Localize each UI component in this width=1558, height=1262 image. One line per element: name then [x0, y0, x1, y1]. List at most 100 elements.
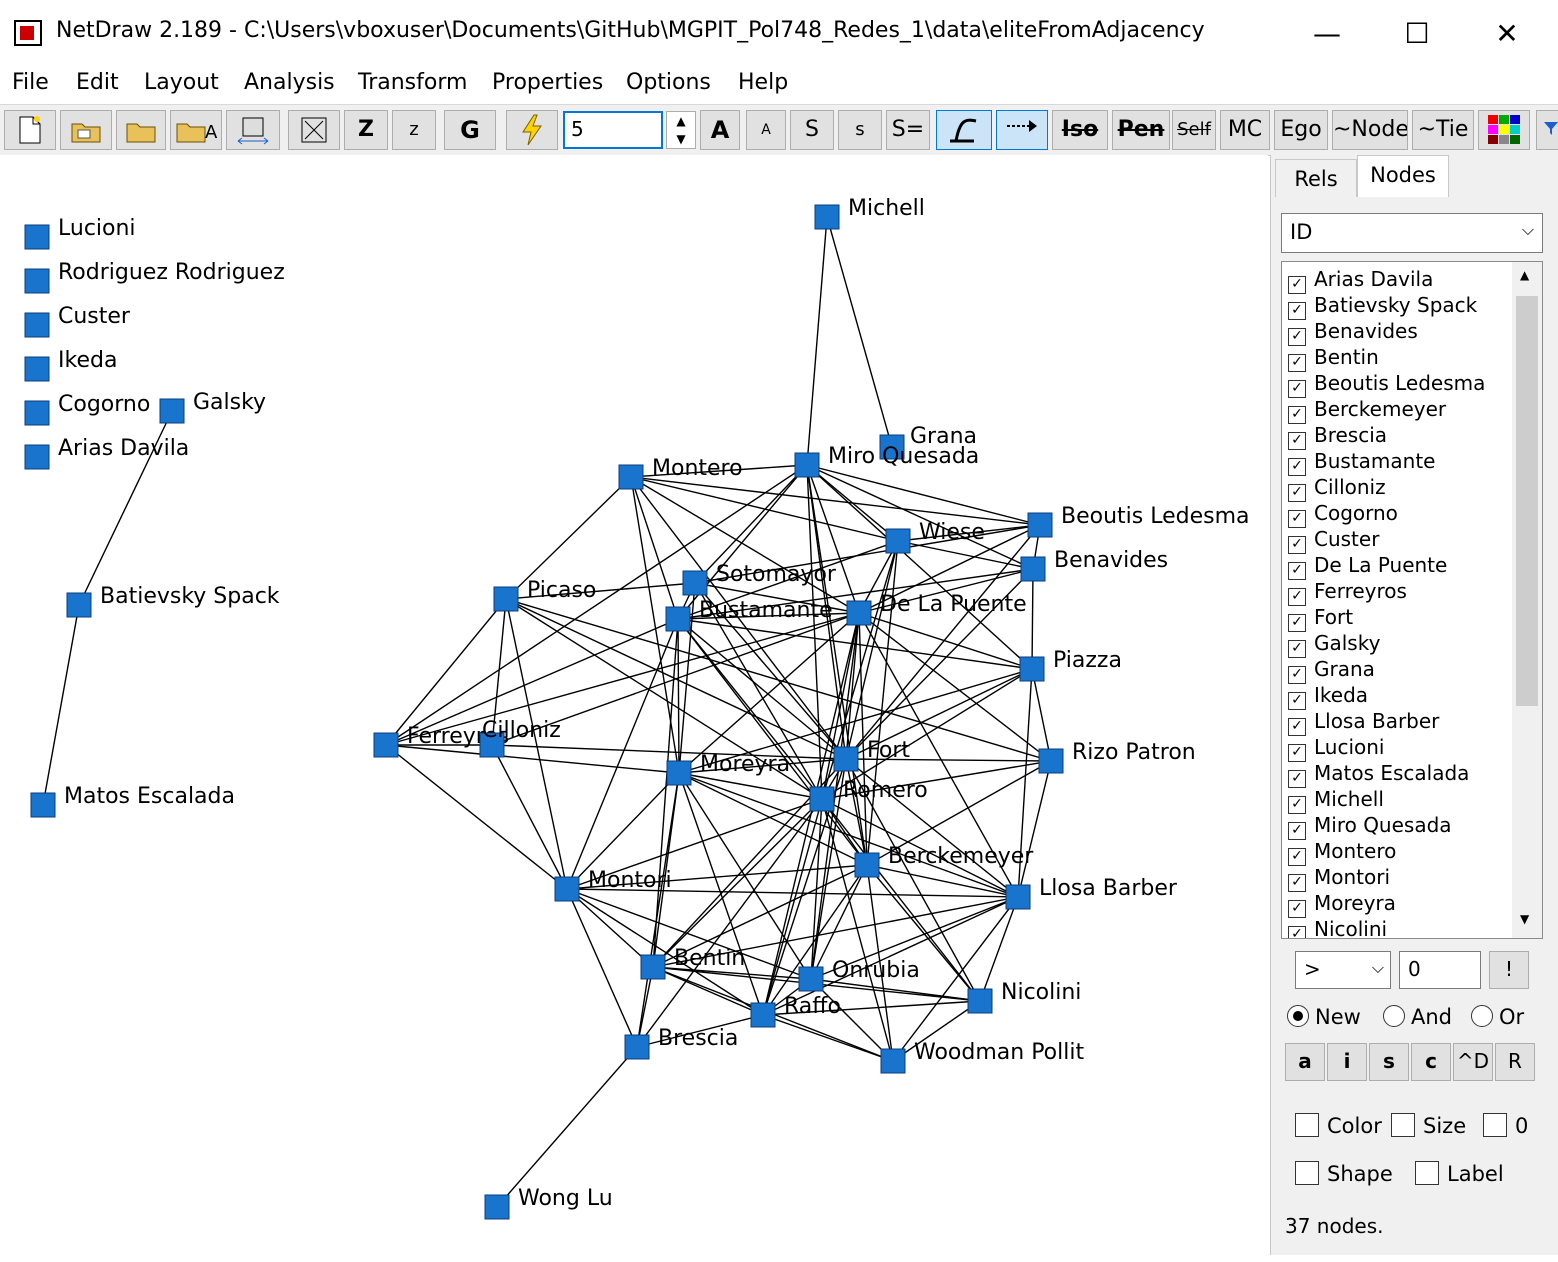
- operator-select[interactable]: > ⌵: [1295, 951, 1391, 989]
- node-label-montero[interactable]: Montero: [652, 456, 743, 481]
- node-picaso[interactable]: Picaso: [493, 578, 596, 612]
- open-attributes-button[interactable]: A: [170, 110, 222, 150]
- node-label-lucioni[interactable]: Lucioni: [58, 216, 136, 241]
- node-raffo[interactable]: Raffo: [750, 994, 841, 1028]
- node-matos[interactable]: Matos Escalada: [30, 784, 235, 818]
- edge-moreyra-berckemeyer[interactable]: [678, 772, 868, 866]
- node-square-rizo[interactable]: [1038, 748, 1064, 774]
- node-square-bustamante[interactable]: [665, 606, 691, 632]
- node-bentin[interactable]: Bentin: [640, 946, 745, 980]
- tab-nodes[interactable]: Nodes: [1357, 155, 1449, 197]
- node-list-item[interactable]: ✓ Lucioni: [1288, 734, 1385, 762]
- node-onrubia[interactable]: Onrubia: [798, 958, 920, 992]
- node-label-cilloniz[interactable]: Cilloniz: [482, 718, 561, 743]
- menu-file[interactable]: File: [12, 70, 49, 95]
- node-square-lucioni[interactable]: [24, 224, 50, 250]
- node-rodriguez[interactable]: Rodriguez Rodriguez: [24, 260, 285, 294]
- node-square-berckemeyer[interactable]: [854, 852, 880, 878]
- checkbox-color[interactable]: Color: [1295, 1113, 1382, 1138]
- isolates-button[interactable]: Iso: [1052, 110, 1108, 150]
- node-label-matos[interactable]: Matos Escalada: [64, 784, 235, 809]
- fit-to-window-button[interactable]: [288, 110, 340, 150]
- node-piazza[interactable]: Piazza: [1019, 648, 1122, 682]
- edge-bustamante-moreyra[interactable]: [677, 618, 680, 774]
- node-romero[interactable]: Romero: [809, 778, 928, 812]
- node-label-michell[interactable]: Michell: [848, 196, 925, 221]
- node-size-input[interactable]: 5: [563, 111, 663, 149]
- node-cogorno[interactable]: Cogorno: [24, 392, 150, 426]
- open-data-button[interactable]: [60, 110, 112, 150]
- node-square-wonglu[interactable]: [484, 1194, 510, 1220]
- more-tools-button[interactable]: [1536, 110, 1558, 150]
- edge-ferreyros-moreyra[interactable]: [385, 744, 680, 774]
- node-label-piazza[interactable]: Piazza: [1053, 648, 1122, 673]
- node-square-custer[interactable]: [24, 312, 50, 338]
- edge-montori-bentin[interactable]: [566, 888, 654, 968]
- edge-michell-grana[interactable]: [826, 216, 893, 448]
- node-wiese[interactable]: Wiese: [885, 520, 985, 554]
- node-label-fort[interactable]: Fort: [867, 738, 910, 763]
- node-checklist[interactable]: ▲ ▼ ✓ Arias Davila ✓ Batievsky Spack ✓ Benavi…: [1281, 261, 1543, 939]
- node-list-item[interactable]: ✓ Montori: [1288, 864, 1390, 892]
- node-montero[interactable]: Montero: [618, 456, 743, 490]
- node-square-romero[interactable]: [809, 786, 835, 812]
- edge-brescia-wonglu[interactable]: [496, 1046, 638, 1208]
- open-folder-button[interactable]: [116, 110, 166, 150]
- edge-berckemeyer-raffo[interactable]: [762, 864, 868, 1016]
- invert-nodes-button[interactable]: ~Node: [1332, 110, 1408, 150]
- node-label-rodriguez[interactable]: Rodriguez Rodriguez: [58, 260, 285, 285]
- node-square-raffo[interactable]: [750, 1002, 776, 1028]
- node-list-item[interactable]: ✓ Bentin: [1288, 344, 1379, 372]
- node-label-batievsky[interactable]: Batievsky Spack: [100, 584, 280, 609]
- close-button[interactable]: ✕: [1472, 12, 1542, 56]
- node-berckemeyer[interactable]: Berckemeyer: [854, 844, 1034, 878]
- node-label-raffo[interactable]: Raffo: [784, 994, 841, 1019]
- node-square-woodman[interactable]: [880, 1048, 906, 1074]
- save-layout-button[interactable]: [226, 110, 280, 150]
- node-michell[interactable]: Michell: [814, 196, 925, 230]
- node-size-spinner[interactable]: ▲ ▼: [666, 111, 696, 149]
- node-label-delapuente[interactable]: De La Puente: [880, 592, 1027, 617]
- node-list-item[interactable]: ✓ Grana: [1288, 656, 1375, 684]
- node-label-montori[interactable]: Montori: [588, 868, 672, 893]
- node-list-item[interactable]: ✓ Michell: [1288, 786, 1384, 814]
- node-square-miro[interactable]: [794, 452, 820, 478]
- smaller-nodes-button[interactable]: s: [838, 110, 882, 150]
- node-square-michell[interactable]: [814, 204, 840, 230]
- node-list-item[interactable]: ✓ Brescia: [1288, 422, 1387, 450]
- arrows-button[interactable]: [996, 110, 1048, 150]
- tab-rels[interactable]: Rels: [1275, 159, 1357, 197]
- node-label-picaso[interactable]: Picaso: [527, 578, 596, 603]
- pendants-button[interactable]: Pen: [1112, 110, 1170, 150]
- bigger-nodes-button[interactable]: S: [790, 110, 834, 150]
- edge-michell-miro[interactable]: [806, 216, 828, 466]
- color-palette-button[interactable]: [1478, 110, 1530, 150]
- button-a[interactable]: a: [1285, 1043, 1325, 1081]
- node-square-sotomayor[interactable]: [682, 570, 708, 596]
- node-ikeda[interactable]: Ikeda: [24, 348, 117, 382]
- menu-analysis[interactable]: Analysis: [244, 70, 335, 95]
- node-wonglu[interactable]: Wong Lu: [484, 1186, 613, 1220]
- checkbox-size[interactable]: Size: [1391, 1113, 1466, 1138]
- network-canvas[interactable]: Lucioni Rodriguez Rodriguez Custer Ikeda Cog…: [0, 155, 1268, 1255]
- apply-filter-button[interactable]: !: [1489, 951, 1529, 989]
- node-nicolini[interactable]: Nicolini: [967, 980, 1081, 1014]
- edge-montero-bustamante[interactable]: [630, 476, 679, 620]
- node-fort[interactable]: Fort: [833, 738, 910, 772]
- node-rizo[interactable]: Rizo Patron: [1038, 740, 1196, 774]
- node-square-montori[interactable]: [554, 876, 580, 902]
- minimize-button[interactable]: —: [1292, 12, 1362, 56]
- menu-edit[interactable]: Edit: [76, 70, 119, 95]
- button-c[interactable]: c: [1411, 1043, 1451, 1081]
- node-label-rizo[interactable]: Rizo Patron: [1072, 740, 1196, 765]
- node-square-matos[interactable]: [30, 792, 56, 818]
- node-square-piazza[interactable]: [1019, 656, 1045, 682]
- menu-help[interactable]: Help: [738, 70, 788, 95]
- node-galsky[interactable]: Galsky: [159, 390, 266, 424]
- node-square-delapuente[interactable]: [846, 600, 872, 626]
- node-square-brescia[interactable]: [624, 1034, 650, 1060]
- zoom-out-button[interactable]: z: [392, 110, 436, 150]
- node-label-romero[interactable]: Romero: [843, 778, 928, 803]
- node-benavides[interactable]: Benavides: [1020, 548, 1168, 582]
- menu-layout[interactable]: Layout: [144, 70, 219, 95]
